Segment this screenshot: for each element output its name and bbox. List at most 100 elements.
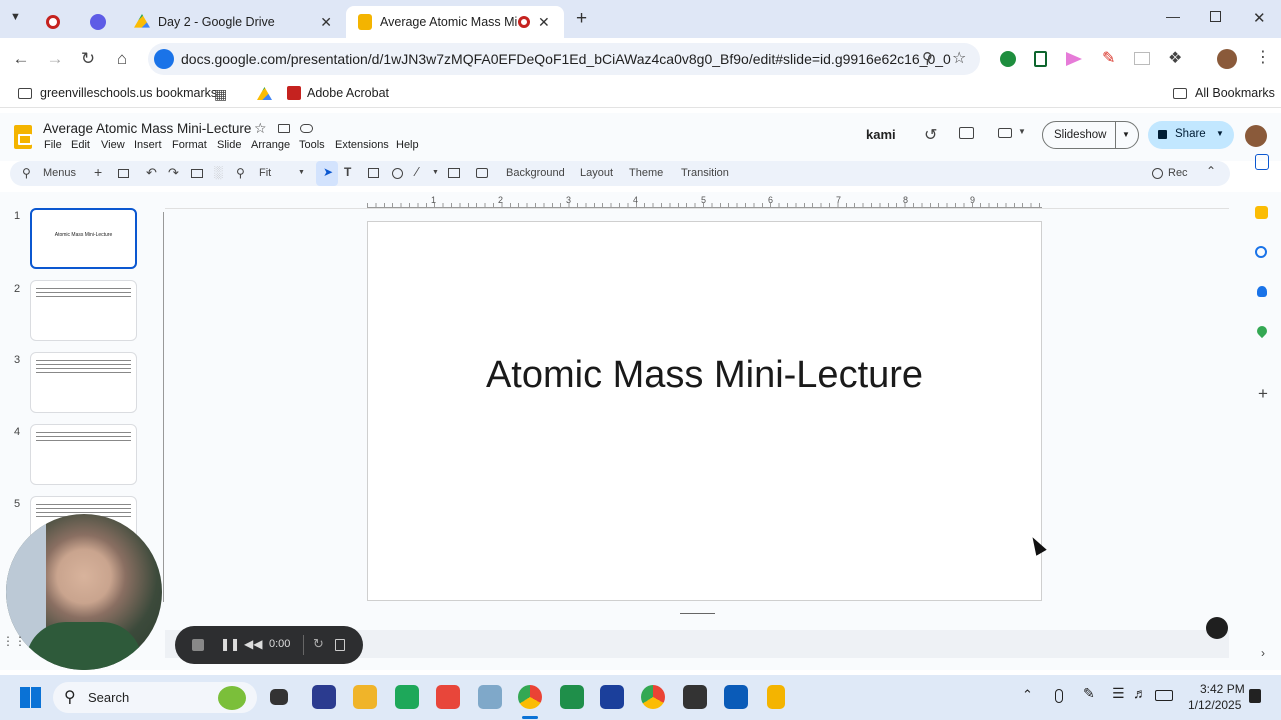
tab-google-drive[interactable]: Day 2 - Google Drive ✕: [122, 6, 344, 38]
insert-special-icon[interactable]: [448, 168, 460, 178]
slideshow-button[interactable]: Slideshow ▼: [1042, 121, 1139, 149]
chevron-down-icon[interactable]: ▼: [1018, 127, 1026, 136]
battery-icon[interactable]: [1155, 690, 1173, 701]
star-icon[interactable]: ☆: [254, 120, 267, 137]
wifi-icon[interactable]: ☰: [1112, 685, 1125, 702]
chrome-menu-icon[interactable]: ⋮: [1255, 47, 1271, 67]
bookmark-greenvilleschools[interactable]: greenvilleschools.us bookmarks: [18, 86, 217, 100]
slide-layout-icon[interactable]: [118, 169, 129, 178]
tab-extension[interactable]: [78, 6, 122, 38]
layout-button[interactable]: Layout: [580, 167, 613, 179]
chevron-down-icon[interactable]: ▼: [432, 169, 439, 176]
extension-green-icon[interactable]: [1000, 51, 1016, 67]
menu-format[interactable]: Format: [172, 139, 207, 151]
meet-camera-icon[interactable]: [998, 128, 1012, 138]
rec-button[interactable]: Rec: [1168, 167, 1188, 179]
record-icon[interactable]: [1152, 168, 1163, 179]
contacts-icon[interactable]: [1257, 286, 1267, 297]
menu-extensions[interactable]: Extensions: [335, 139, 389, 151]
add-addon-icon[interactable]: +: [1255, 384, 1271, 403]
notifications-icon[interactable]: [1249, 689, 1261, 703]
app-icon[interactable]: [312, 685, 336, 709]
reload-button[interactable]: ↻: [77, 49, 99, 69]
version-history-icon[interactable]: ↺: [924, 125, 937, 145]
zoom-icon[interactable]: ⚲: [922, 49, 933, 67]
undo-icon[interactable]: ↶: [146, 165, 157, 181]
clock-date[interactable]: 1/12/2025: [1188, 698, 1241, 712]
redo-icon[interactable]: ↷: [168, 165, 179, 181]
menu-arrange[interactable]: Arrange: [251, 139, 290, 151]
pause-button[interactable]: ❚❚: [220, 637, 240, 651]
google-drive-icon[interactable]: [257, 87, 272, 100]
google-slides-logo-icon[interactable]: [14, 125, 32, 149]
back-button[interactable]: ←: [10, 49, 32, 69]
notes-resize-handle[interactable]: [680, 613, 715, 614]
menu-insert[interactable]: Insert: [134, 139, 162, 151]
account-avatar[interactable]: [1245, 125, 1267, 147]
theme-button[interactable]: Theme: [629, 167, 663, 179]
slide-thumbnail[interactable]: Atomic Mass Mini-Lecture: [30, 208, 137, 269]
menu-view[interactable]: View: [101, 139, 125, 151]
close-window-button[interactable]: ✕: [1253, 9, 1266, 27]
menu-tools[interactable]: Tools: [299, 139, 325, 151]
zoom-select[interactable]: Fit: [259, 167, 271, 179]
assistant-chat-icon[interactable]: [1206, 617, 1228, 639]
menu-help[interactable]: Help: [396, 139, 419, 151]
app-icon[interactable]: [560, 685, 584, 709]
maps-icon[interactable]: [1254, 323, 1270, 339]
slide-title[interactable]: Atomic Mass Mini-Lecture: [368, 354, 1041, 397]
tab-slides[interactable]: Average Atomic Mass Mini- ✕: [346, 6, 564, 38]
extension-pink-icon[interactable]: [1066, 52, 1082, 66]
insert-image-icon[interactable]: [368, 168, 379, 178]
menus-search-label[interactable]: Menus: [43, 167, 76, 179]
comments-icon[interactable]: [959, 127, 974, 139]
tasks-icon[interactable]: [1255, 246, 1267, 258]
kami-button[interactable]: kami: [866, 127, 896, 142]
extensions-puzzle-icon[interactable]: ❖: [1168, 48, 1182, 68]
tab-record[interactable]: [34, 6, 78, 38]
stop-button[interactable]: [192, 639, 204, 651]
app-icon[interactable]: [478, 685, 502, 709]
home-button[interactable]: ⌂: [111, 49, 133, 69]
chevron-down-icon[interactable]: ▼: [1216, 129, 1224, 138]
collapse-chevron-icon[interactable]: ⌃: [1206, 164, 1216, 178]
maximize-button[interactable]: [1210, 11, 1221, 22]
bookmark-star-icon[interactable]: ☆: [952, 48, 966, 68]
rewind-button[interactable]: ◀◀: [244, 637, 262, 651]
transition-button[interactable]: Transition: [681, 167, 729, 179]
profile-avatar[interactable]: [1217, 49, 1237, 69]
chevron-down-icon[interactable]: ▼: [298, 169, 305, 176]
new-tab-button[interactable]: +: [576, 8, 587, 30]
pen-icon[interactable]: ✎: [1083, 685, 1095, 702]
delete-button[interactable]: [335, 639, 345, 651]
side-panel-toggle-icon[interactable]: [1255, 154, 1269, 170]
close-tab-icon[interactable]: ✕: [320, 14, 332, 31]
volume-icon[interactable]: ♬: [1133, 685, 1147, 701]
windows-start-icon[interactable]: [20, 687, 41, 708]
expand-chevron-icon[interactable]: ›: [1255, 646, 1271, 662]
share-button[interactable]: Share ▼: [1148, 121, 1234, 149]
menu-file[interactable]: File: [44, 139, 62, 151]
extension-doc-icon[interactable]: [1034, 51, 1047, 67]
chrome-icon[interactable]: [518, 685, 542, 709]
slide-thumbnail[interactable]: [30, 352, 137, 413]
slide-thumbnail[interactable]: [30, 424, 137, 485]
outlook-icon[interactable]: [724, 685, 748, 709]
file-explorer-icon[interactable]: [353, 685, 377, 709]
menu-edit[interactable]: Edit: [71, 139, 90, 151]
google-slides-icon[interactable]: [767, 685, 785, 709]
drag-handle-icon[interactable]: ⋮⋮: [2, 634, 26, 648]
taskbar-search[interactable]: ⚲ Search: [53, 682, 257, 713]
app-icon[interactable]: [395, 685, 419, 709]
tab-grid-icon[interactable]: [1134, 52, 1150, 65]
chrome-icon[interactable]: [641, 685, 665, 709]
minimize-button[interactable]: —: [1166, 8, 1180, 24]
print-icon[interactable]: [191, 169, 203, 178]
move-folder-icon[interactable]: [278, 124, 290, 133]
current-slide[interactable]: Atomic Mass Mini-Lecture: [367, 221, 1042, 601]
all-bookmarks-button[interactable]: All Bookmarks: [1173, 86, 1275, 100]
url-text[interactable]: docs.google.com/presentation/d/1wJN3w7zM…: [181, 51, 951, 67]
add-comment-icon[interactable]: [476, 168, 488, 178]
slide-thumbnail[interactable]: [30, 280, 137, 341]
close-tab-icon[interactable]: ✕: [538, 14, 550, 31]
